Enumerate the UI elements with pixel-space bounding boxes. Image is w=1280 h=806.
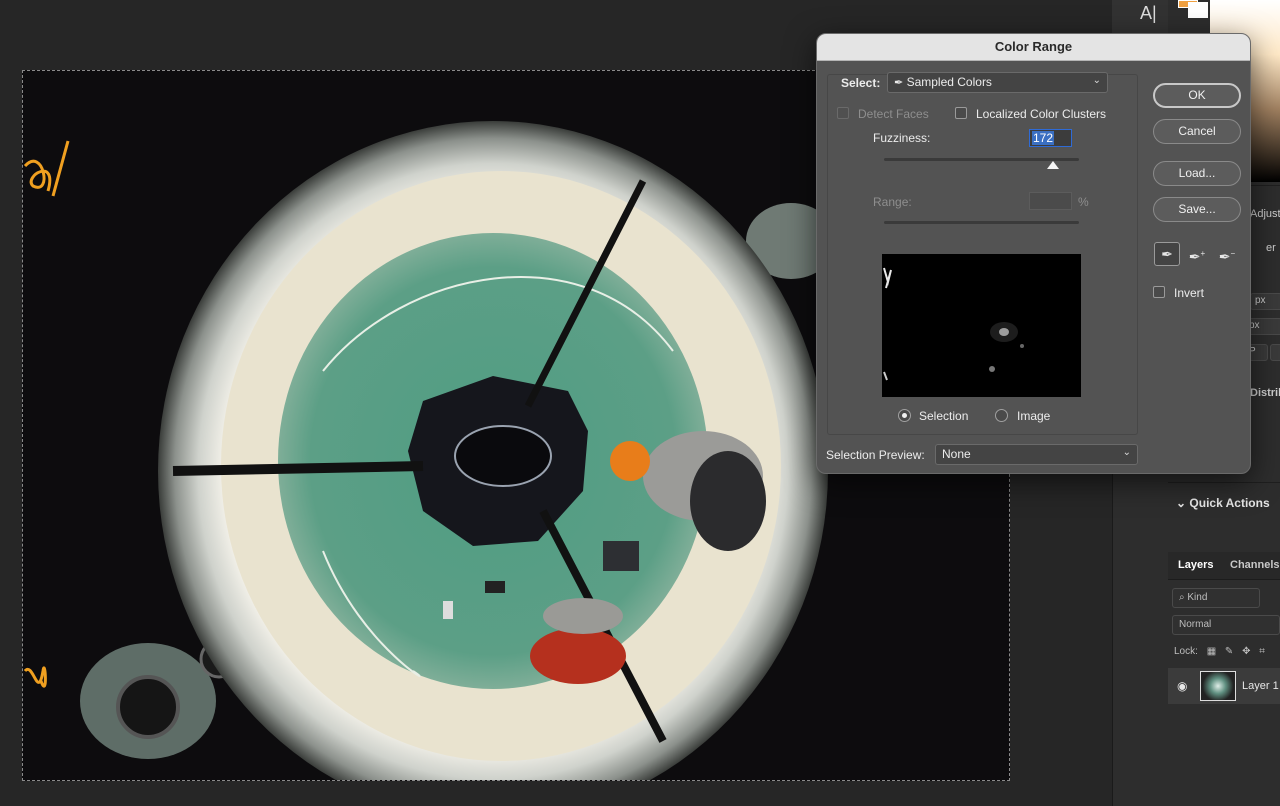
mask-preview [883,267,1024,381]
save-button[interactable]: Save... [1153,197,1241,222]
range-slider-track[interactable] [884,221,1079,224]
selection-radio[interactable] [898,409,911,422]
selection-preview-label: Selection Preview: [826,448,925,462]
fuzziness-input[interactable]: 172 [1029,129,1072,147]
selection-preview-dropdown[interactable]: None ⌄ [935,444,1138,465]
blend-mode-select[interactable]: Normal [1172,615,1280,635]
lock-move-icon[interactable]: ✥ [1242,646,1250,657]
quick-actions-label: Quick Actions [1189,496,1270,510]
invert-label: Invert [1174,286,1205,300]
detect-faces-checkbox[interactable] [837,107,849,119]
width-field-peek[interactable]: px [1250,293,1280,310]
color-range-dialog: Color Range Select: ✒ Sampled Colors ⌄ D… [816,33,1251,474]
quick-actions-header[interactable]: ⌄ Quick Actions [1176,496,1270,510]
panel-divider [1168,482,1280,483]
cable-left [172,461,424,476]
center-lens [454,425,552,487]
selection-preview-image[interactable] [882,254,1081,397]
dropdown-peek[interactable] [1270,344,1280,361]
dialog-title[interactable]: Color Range [817,34,1250,61]
lock-row: Lock: ▦ ✎ ✥ ⌗ [1174,646,1265,657]
tab-channels[interactable]: Channels [1230,559,1280,571]
person-black [690,451,766,551]
laptop-box [603,541,639,571]
person-red-arm [543,598,623,634]
fuzziness-label: Fuzziness: [873,131,931,145]
image-radio[interactable] [995,409,1008,422]
search-icon: ⌕ [1179,592,1185,603]
load-button[interactable]: Load... [1153,161,1241,186]
tab-layers[interactable]: Layers [1178,559,1213,571]
layer-filter-kind[interactable]: ⌕ Kind [1172,588,1260,608]
localized-clusters-label: Localized Color Clusters [976,107,1107,121]
selection-preview-value: None [942,447,971,461]
floor-object-1 [485,581,505,593]
eyedropper-plus-icon[interactable]: ✒+ [1184,242,1210,266]
chevron-down-icon: ⌄ [1176,496,1187,510]
layer-thumbnail[interactable] [1200,671,1236,701]
floor-object-2 [443,601,453,619]
selection-radio-label: Selection [919,409,969,423]
eye-icon[interactable]: ◉ [1177,679,1187,693]
panel-label-peek: er [1266,242,1276,254]
person-red [530,628,626,684]
distribute-label-peek: Distribu [1250,387,1280,399]
select-dropdown[interactable]: ✒ Sampled Colors ⌄ [887,72,1108,93]
range-label: Range: [873,195,912,209]
eyedropper-minus-icon[interactable]: ✒− [1214,242,1240,266]
type-tool-icon[interactable]: A| [1140,3,1157,24]
fuzziness-slider-thumb[interactable] [1047,161,1059,169]
fuzziness-value: 172 [1032,131,1055,145]
cancel-button[interactable]: Cancel [1153,119,1241,144]
lock-artboard-icon[interactable]: ⌗ [1259,646,1265,657]
orange-scribble-top [23,140,70,197]
mount-screw [116,675,180,739]
layer-name[interactable]: Layer 1 [1242,680,1279,692]
photoshop-window: A| Adjust er px px P Distribu ⌄ Quick Ac… [0,0,1280,806]
select-label: Select: [841,76,881,90]
invert-checkbox[interactable] [1153,286,1165,298]
chevron-down-icon: ⌄ [1092,75,1101,86]
ok-button[interactable]: OK [1153,83,1241,108]
eyedropper-icon[interactable]: ✒ [1154,242,1180,266]
image-radio-label: Image [1017,409,1051,423]
chevron-down-icon: ⌄ [1122,447,1131,458]
lock-label: Lock: [1174,646,1198,657]
background-color-swatch[interactable] [1188,2,1208,18]
adjustments-tab-peek[interactable]: Adjust [1250,208,1280,220]
select-value: Sampled Colors [906,75,992,89]
kind-label: Kind [1187,592,1208,603]
orange-helmet [610,441,650,481]
eyedropper-icon: ✒ [894,77,904,89]
layers-tab-bar: Layers Channels [1168,552,1280,580]
range-unit: % [1078,195,1089,209]
lock-pixels-icon[interactable]: ▦ [1207,646,1216,657]
orange-scribble-bottom [23,666,47,688]
detect-faces-label: Detect Faces [858,107,929,121]
localized-clusters-checkbox[interactable] [955,107,967,119]
lock-brush-icon[interactable]: ✎ [1225,646,1233,657]
range-input[interactable] [1029,192,1072,210]
